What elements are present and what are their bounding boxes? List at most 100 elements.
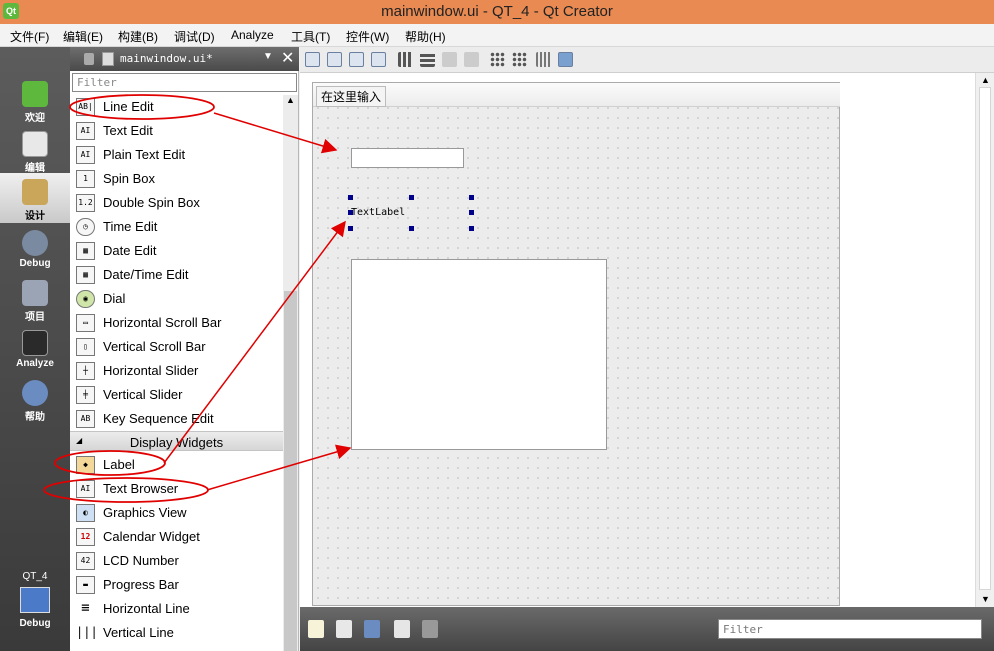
new-action-icon[interactable]: [308, 620, 324, 638]
action-filter-input[interactable]: Filter: [718, 619, 982, 639]
widget-line-edit[interactable]: AB| Line Edit: [70, 95, 283, 119]
close-icon[interactable]: ✕: [281, 48, 294, 68]
lcd-number-icon: 42: [76, 552, 95, 570]
paste-action-icon[interactable]: [364, 620, 380, 638]
layout-horizontal-icon[interactable]: [398, 52, 413, 67]
edit-buddies-icon[interactable]: [349, 52, 364, 67]
layout-splitter-vertical-icon[interactable]: [464, 52, 479, 67]
edit-widgets-icon[interactable]: [305, 52, 320, 67]
selection-handle[interactable]: [409, 195, 414, 200]
form-line-edit[interactable]: [351, 148, 464, 168]
widget-vertical-scroll-bar[interactable]: ▯ Vertical Scroll Bar: [70, 335, 283, 359]
menu-analyze[interactable]: Analyze: [231, 28, 274, 42]
mode-debug[interactable]: Debug: [0, 224, 70, 274]
widget-key-sequence-edit[interactable]: AB Key Sequence Edit: [70, 407, 283, 431]
qt-welcome-icon: [22, 81, 48, 107]
form-menu-bar[interactable]: 在这里输入: [313, 83, 840, 107]
menu-type-here-placeholder[interactable]: 在这里输入: [316, 86, 387, 107]
selection-handle[interactable]: [348, 226, 353, 231]
widget-text-edit[interactable]: AI Text Edit: [70, 119, 283, 143]
horizontal-scrollbar-icon: ▭: [76, 314, 95, 332]
mode-edit[interactable]: 编辑: [0, 125, 70, 175]
selection-handle[interactable]: [469, 210, 474, 215]
widget-text-browser[interactable]: AI Text Browser: [70, 477, 283, 501]
key-sequence-icon: AB: [76, 410, 95, 428]
mode-design[interactable]: 设计: [0, 173, 70, 223]
widget-progress-bar[interactable]: ▬ Progress Bar: [70, 573, 283, 597]
calendar-clock-icon: ▦: [76, 266, 95, 284]
menu-file[interactable]: 文件(F): [10, 28, 49, 45]
widget-horizontal-slider[interactable]: ┼ Horizontal Slider: [70, 359, 283, 383]
selection-handle[interactable]: [348, 195, 353, 200]
scroll-up-icon[interactable]: ▲: [981, 75, 990, 85]
progress-bar-icon: ▬: [76, 576, 95, 594]
widget-label[interactable]: ◆ Label: [70, 453, 283, 477]
text-browser-icon: AI: [76, 480, 95, 498]
menu-build[interactable]: 构建(B): [118, 28, 158, 45]
widget-filter-input[interactable]: Filter: [72, 73, 297, 92]
widget-vertical-line[interactable]: ||| Vertical Line: [70, 621, 283, 645]
design-area-scrollbar[interactable]: ▲ ▼: [975, 73, 994, 607]
copy-action-icon[interactable]: [336, 620, 352, 638]
widget-list-scrollbar[interactable]: ▲: [283, 95, 298, 651]
plain-text-edit-icon: AI: [76, 146, 95, 164]
menu-tools[interactable]: 工具(T): [291, 28, 330, 45]
edit-tab-order-icon[interactable]: [371, 52, 386, 67]
delete-action-icon[interactable]: [394, 620, 410, 638]
widget-horizontal-scroll-bar[interactable]: ▭ Horizontal Scroll Bar: [70, 311, 283, 335]
form-text-browser[interactable]: [351, 259, 607, 450]
layout-grid-icon[interactable]: [512, 52, 527, 67]
form-text-label[interactable]: TextLabel: [351, 207, 405, 218]
scroll-up-icon[interactable]: ▲: [286, 95, 295, 105]
widget-lcd-number[interactable]: 42 LCD Number: [70, 549, 283, 573]
selection-handle[interactable]: [348, 210, 353, 215]
label-tag-icon: ◆: [76, 456, 95, 474]
debug-bug-icon: [22, 230, 48, 256]
selection-handle[interactable]: [469, 226, 474, 231]
widget-vertical-slider[interactable]: ╪ Vertical Slider: [70, 383, 283, 407]
widget-calendar[interactable]: 12 Calendar Widget: [70, 525, 283, 549]
widget-box-panel: mainwindow.ui* ▼ ✕ Filter AB| Line Edit A…: [70, 47, 299, 651]
adjust-size-icon[interactable]: [558, 52, 573, 67]
mode-help[interactable]: 帮助: [0, 374, 70, 424]
break-layout-icon[interactable]: [536, 52, 551, 67]
mode-welcome[interactable]: 欢迎: [0, 75, 70, 125]
layout-vertical-icon[interactable]: [420, 52, 435, 67]
widget-date-edit[interactable]: ▦ Date Edit: [70, 239, 283, 263]
selection-handle[interactable]: [469, 195, 474, 200]
menu-widgets[interactable]: 控件(W): [346, 28, 389, 45]
scrollbar-track[interactable]: [979, 87, 991, 590]
layout-splitter-horizontal-icon[interactable]: [442, 52, 457, 67]
menu-edit[interactable]: 编辑(E): [63, 28, 103, 45]
widget-datetime-edit[interactable]: ▦ Date/Time Edit: [70, 263, 283, 287]
widget-horizontal-line[interactable]: ≡ Horizontal Line: [70, 597, 283, 621]
open-document-name[interactable]: mainwindow.ui*: [120, 52, 213, 65]
mode-projects[interactable]: 项目: [0, 274, 70, 324]
project-target-selector[interactable]: QT_4 Debug: [0, 567, 70, 651]
selection-handle[interactable]: [409, 226, 414, 231]
window-title: mainwindow.ui - QT_4 - Qt Creator: [381, 3, 613, 20]
graphics-view-icon: ◐: [76, 504, 95, 522]
widget-graphics-view[interactable]: ◐ Graphics View: [70, 501, 283, 525]
chevron-down-icon[interactable]: ▼: [263, 51, 273, 62]
widget-spin-box[interactable]: 1 Spin Box: [70, 167, 283, 191]
text-edit-icon: AI: [76, 122, 95, 140]
mode-analyze[interactable]: Analyze: [0, 324, 70, 374]
configure-tool-icon[interactable]: [422, 620, 438, 638]
scroll-down-icon[interactable]: ▼: [981, 594, 990, 604]
calendar-icon: ▦: [76, 242, 95, 260]
calendar-widget-icon: 12: [76, 528, 95, 546]
category-display-widgets[interactable]: ◢ Display Widgets: [70, 431, 283, 451]
menu-help[interactable]: 帮助(H): [405, 28, 446, 45]
vertical-slider-icon: ╪: [76, 386, 95, 404]
widget-double-spin-box[interactable]: 1.2 Double Spin Box: [70, 191, 283, 215]
scrollbar-thumb[interactable]: [284, 291, 297, 651]
vertical-scrollbar-icon: ▯: [76, 338, 95, 356]
lock-icon[interactable]: [84, 53, 94, 65]
layout-form-icon[interactable]: [490, 52, 505, 67]
widget-dial[interactable]: ◉ Dial: [70, 287, 283, 311]
edit-signals-slots-icon[interactable]: [327, 52, 342, 67]
menu-debug[interactable]: 调试(D): [174, 28, 215, 45]
widget-plain-text-edit[interactable]: AI Plain Text Edit: [70, 143, 283, 167]
widget-time-edit[interactable]: ◷ Time Edit: [70, 215, 283, 239]
